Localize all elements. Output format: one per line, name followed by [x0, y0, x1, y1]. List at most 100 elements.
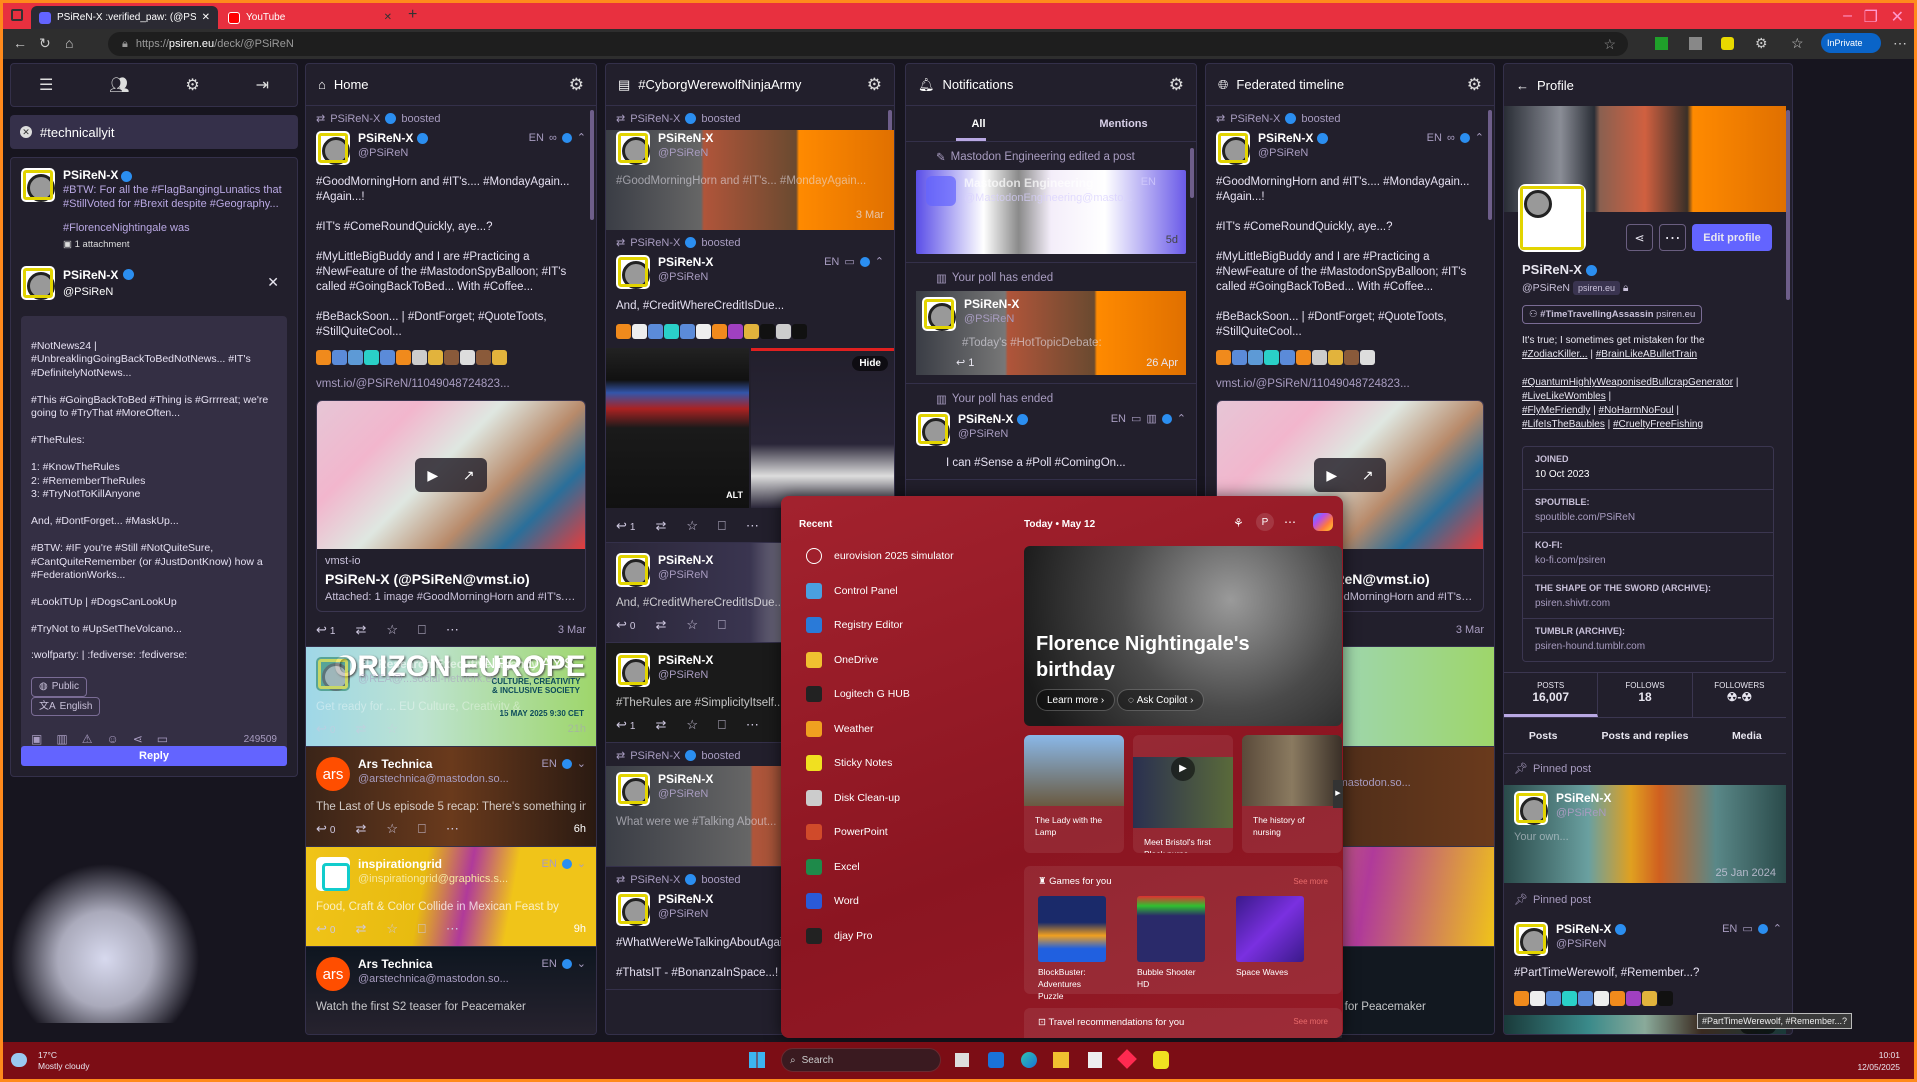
boost-button[interactable]: ⇄	[355, 622, 366, 638]
post-time[interactable]: 3 Mar	[856, 209, 884, 221]
bookmark-button[interactable]: ⎕	[418, 821, 426, 837]
favourite-button[interactable]: ☆	[386, 622, 398, 638]
logout-icon[interactable]: ⇥	[256, 75, 269, 95]
column-title[interactable]: #CyborgWerewolfNinjaArmy	[638, 77, 801, 92]
taskbar-app-yellow[interactable]	[1153, 1051, 1169, 1069]
account-avatar[interactable]: P	[1256, 513, 1274, 531]
extension-check-icon[interactable]	[1655, 37, 1668, 50]
post-author[interactable]: PSiReN-X @PSiReN EN ∞ ⌃	[316, 131, 586, 167]
column-title[interactable]: Federated timeline	[1236, 77, 1344, 92]
preferences-icon[interactable]: ⚙	[185, 75, 199, 95]
reply-button[interactable]: ↩ 0	[316, 921, 335, 937]
tab-posts-and-replies[interactable]: Posts and replies	[1582, 730, 1707, 742]
start-button[interactable]	[749, 1052, 765, 1068]
taskbar-app-outlook[interactable]	[988, 1052, 1004, 1068]
taskbar-app-edge[interactable]	[1021, 1052, 1037, 1068]
avatar[interactable]	[926, 176, 956, 206]
avatar[interactable]	[616, 255, 650, 289]
recent-app-item[interactable]: Control Panel	[806, 582, 898, 599]
collapse-icon[interactable]: ⌃	[577, 131, 586, 144]
see-more-link[interactable]: See more	[1293, 1017, 1328, 1026]
poll-icon[interactable]: ▥	[56, 732, 67, 747]
bio-hashtag-link[interactable]: #LiveLikeWombles	[1522, 391, 1606, 402]
stat-followers[interactable]: FOLLOWERS ☢-☢	[1693, 673, 1786, 717]
tab-mentions[interactable]: Mentions	[1051, 106, 1196, 141]
column-title[interactable]: Home	[334, 77, 369, 92]
reply-all-button[interactable]: ↩ 1	[956, 356, 974, 369]
column-settings-icon[interactable]: ⚙	[867, 75, 882, 95]
notification-item[interactable]: ✎ Mastodon Engineering edited a post Mast…	[906, 142, 1196, 263]
notification-item[interactable]: ▥ Your poll has ended PSiReN-X @PSiReN EN ▭…	[906, 384, 1196, 480]
bookmark-button[interactable]: ⎕	[718, 518, 726, 534]
tab-posts[interactable]: Posts	[1504, 730, 1582, 742]
reply-button[interactable]: Reply	[21, 746, 287, 766]
stat-follows[interactable]: FOLLOWS 18	[1598, 673, 1693, 717]
favorites-icon[interactable]: ☆	[1791, 35, 1804, 52]
column-settings-icon[interactable]: ⚙	[1169, 75, 1184, 95]
close-tab-icon[interactable]: ✕	[384, 12, 392, 23]
bio-hashtag-link[interactable]: #LifeIsTheBaubles	[1522, 419, 1605, 430]
tab-youtube[interactable]: YouTube ✕	[220, 6, 400, 29]
pinned-post[interactable]: PSiReN-X @PSiReN EN ▭ ⌃ #PartTimeWerewolf, …	[1504, 916, 1792, 1015]
recent-app-item[interactable]: Word	[806, 893, 859, 909]
avatar[interactable]	[616, 553, 650, 587]
field-link[interactable]: spoutible.com/PSiReN	[1535, 512, 1635, 523]
recent-app-item[interactable]: Registry Editor	[806, 617, 903, 633]
close-circle-icon[interactable]: ✕	[20, 126, 32, 138]
avatar[interactable]	[616, 892, 650, 926]
preview-video[interactable]: ▶ ↗	[317, 401, 585, 549]
extensions-icon[interactable]: ⚙	[1755, 35, 1768, 52]
post-time[interactable]: 21h	[568, 723, 586, 735]
tab-mastodon[interactable]: PSiReN-X :verified_paw: (@PSiReN... ✕	[31, 6, 218, 29]
recent-app-item[interactable]: PowerPoint	[806, 824, 888, 840]
post-time[interactable]: 6h	[574, 823, 586, 835]
close-window-button[interactable]: ✕	[1891, 7, 1904, 27]
collapse-icon[interactable]: ⌃	[1475, 131, 1484, 144]
bio-hashtag-link[interactable]: #NoHarmNoFoul	[1599, 405, 1674, 416]
minimize-button[interactable]: –	[1843, 7, 1852, 25]
boost-button[interactable]: ⇄	[655, 717, 666, 733]
alt-badge[interactable]: ALT	[726, 490, 743, 500]
close-tab-icon[interactable]: ✕	[202, 12, 210, 23]
cancel-reply-icon[interactable]: ✕	[267, 274, 279, 291]
news-card[interactable]: The Lady with the Lamp	[1024, 735, 1124, 853]
reply-all-button[interactable]: ↩ 1	[616, 518, 635, 534]
status-post[interactable]: ars Ars Technica @arstechnica@mastodon.so.…	[306, 947, 596, 1034]
favourite-button[interactable]: ☆	[686, 717, 698, 733]
recent-app-item[interactable]: OneDrive	[806, 651, 878, 668]
home-icon[interactable]: ⌂	[65, 35, 73, 51]
taskbar-app-red-diamond[interactable]	[1117, 1049, 1137, 1069]
avatar[interactable]	[1216, 131, 1250, 165]
avatar[interactable]	[916, 412, 950, 446]
boost-button[interactable]: ⇄	[355, 921, 366, 937]
new-tab-button[interactable]: +	[408, 6, 417, 24]
more-button[interactable]: ⋯	[446, 821, 459, 837]
more-button[interactable]: ⋯	[446, 622, 459, 638]
menu-icon[interactable]: ☰	[39, 75, 53, 95]
weather-icon[interactable]	[11, 1053, 27, 1067]
avatar[interactable]	[316, 131, 350, 165]
weather-widget[interactable]: 17°C Mostly cloudy	[38, 1050, 90, 1072]
extension-m-icon[interactable]	[1689, 37, 1702, 50]
avatar[interactable]: ars	[316, 957, 350, 991]
bookmark-button[interactable]: ⎕	[418, 622, 426, 638]
compose-textarea[interactable]: #NotNews24 | #UnbreaklingGoingBackToBedN…	[21, 316, 287, 756]
avatar[interactable]	[316, 857, 350, 891]
people-icon[interactable]: 👥︎	[109, 75, 129, 95]
extension-yellow-icon[interactable]	[1721, 37, 1734, 50]
favorite-star-icon[interactable]: ☆	[1603, 36, 1616, 53]
bio-hashtag-link[interactable]: #BrainLikeABulletTrain	[1596, 349, 1697, 360]
inprivate-badge[interactable]: InPrivate	[1821, 33, 1881, 53]
post-time[interactable]: 3 Mar	[558, 624, 586, 636]
open-external-icon[interactable]: ↗	[1362, 467, 1374, 484]
status-post[interactable]: inspirationgrid @inspirationgrid@graphics…	[306, 847, 596, 947]
avatar[interactable]	[1514, 922, 1548, 956]
expand-icon[interactable]: ⌄	[577, 957, 586, 970]
taskbar-app-file-explorer[interactable]	[1053, 1052, 1069, 1068]
more-menu-icon[interactable]: ⋯	[1893, 35, 1907, 52]
reload-icon[interactable]: ↻	[39, 35, 51, 52]
avatar[interactable]	[922, 297, 956, 331]
media-image[interactable]: Hide	[751, 348, 894, 508]
reply-all-button[interactable]: ↩ 1	[616, 717, 635, 733]
news-card[interactable]: ▶Meet Bristol's first Black nurse	[1133, 735, 1233, 853]
